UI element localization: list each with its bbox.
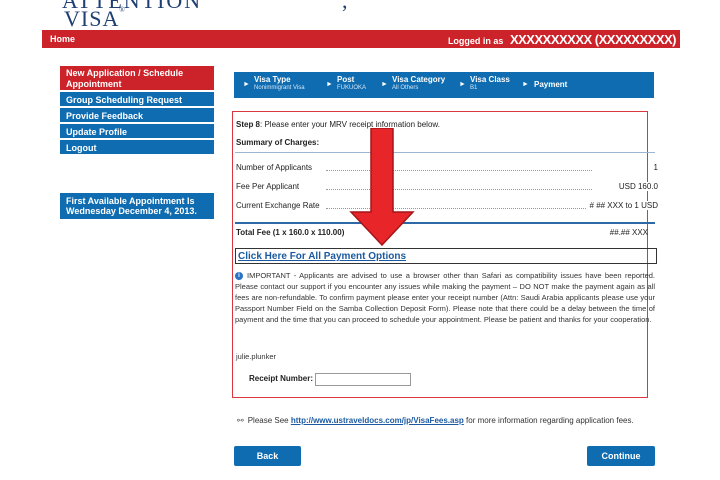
step-visa-class: Visa Class B1: [470, 75, 510, 91]
sidebar-item-logout[interactable]: Logout: [60, 140, 214, 156]
payment-options-link[interactable]: Click Here For All Payment Options: [238, 251, 406, 262]
payment-options-box: Click Here For All Payment Options: [235, 248, 657, 264]
logged-in-label: Logged in as: [447, 36, 504, 46]
top-nav-bar: Home Logged in as XXXXXXXXXX (XXXXXXXXX): [42, 30, 680, 48]
receipt-number-label: Receipt Number:: [249, 374, 314, 383]
step-visa-type: Visa Type Nonimmigrant Visa: [254, 75, 305, 91]
sidebar-item-provide-feedback[interactable]: Provide Feedback: [60, 108, 214, 124]
payment-form-panel: Step 8: Please enter your MRV receipt in…: [232, 111, 658, 398]
charges-summary-title: Summary of Charges:: [236, 138, 320, 147]
charge-row-fee: Fee Per Applicant USD 160.0: [236, 182, 658, 191]
step-chevron-icon: ►: [381, 81, 388, 88]
fee-info-note: ⚯ Please See http://www.ustraveldocs.com/…: [237, 416, 634, 425]
site-header: ATTENTION , VISA®: [42, 0, 680, 30]
total-divider: [235, 222, 655, 224]
divider: [235, 152, 655, 153]
step-chevron-icon: ►: [243, 81, 250, 88]
back-button[interactable]: Back: [234, 446, 301, 466]
step-payment: Payment: [534, 80, 568, 89]
step-visa-category: Visa Category All Others: [392, 75, 446, 91]
step-chevron-icon: ►: [522, 81, 529, 88]
charge-row-exchange-rate: Current Exchange Rate # ## XXX to 1 USD: [236, 201, 658, 210]
logged-in-username: XXXXXXXXXX (XXXXXXXXX): [509, 32, 677, 47]
step-chevron-icon: ►: [459, 81, 466, 88]
important-notice: i IMPORTANT - Applicants are advised to u…: [235, 271, 655, 324]
total-fee-row: Total Fee (1 x 160.0 x 110.00) ##.## XXX: [236, 228, 648, 237]
account-username: julie.plunker: [236, 352, 277, 361]
visa-fees-link[interactable]: http://www.ustraveldocs.com/jp/VisaFees.…: [291, 416, 464, 425]
sidebar-nav: New Application / Schedule Appointment G…: [60, 66, 214, 156]
step-chevron-icon: ►: [326, 81, 333, 88]
info-icon: i: [235, 272, 243, 281]
site-logo: VISA®: [64, 6, 126, 30]
receipt-number-input[interactable]: [315, 373, 411, 386]
home-link[interactable]: Home: [50, 34, 75, 44]
link-icon: ⚯: [237, 416, 244, 425]
header-decoration-mark: ,: [342, 0, 348, 13]
step-post: Post FUKUOKA: [337, 75, 367, 91]
annotation-arrow-icon: [349, 128, 415, 246]
logged-in-status: Logged in as XXXXXXXXXX (XXXXXXXXX): [447, 32, 677, 47]
sidebar-item-update-profile[interactable]: Update Profile: [60, 124, 214, 140]
continue-button[interactable]: Continue: [587, 446, 655, 466]
progress-steps: ► Visa Type Nonimmigrant Visa ► Post FUK…: [234, 72, 654, 98]
sidebar-item-group-scheduling[interactable]: Group Scheduling Request: [60, 92, 214, 108]
sidebar-item-new-application[interactable]: New Application / Schedule Appointment: [60, 66, 214, 92]
first-appointment-notice: First Available Appointment Is Wednesday…: [60, 193, 214, 219]
charge-row-applicants: Number of Applicants 1: [236, 163, 658, 172]
